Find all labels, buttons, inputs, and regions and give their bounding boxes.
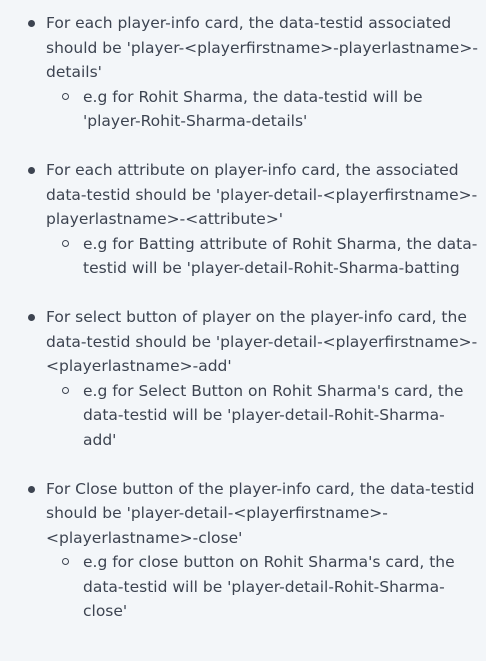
example-list: e.g for close button on Rohit Sharma's c… <box>46 550 478 624</box>
rule-text: For select button of player on the playe… <box>46 307 478 376</box>
example-item: e.g for close button on Rohit Sharma's c… <box>46 550 478 624</box>
list-item-attribute-testid: For each attribute on player-info card, … <box>0 158 486 281</box>
example-text: e.g for close button on Rohit Sharma's c… <box>83 553 455 621</box>
example-list: e.g for Select Button on Rohit Sharma's … <box>46 379 478 453</box>
rule-text: For each player-info card, the data-test… <box>46 14 478 82</box>
list-item-close-button-testid: For Close button of the player-info card… <box>0 477 486 625</box>
example-item: e.g for Rohit Sharma, the data-testid wi… <box>46 85 478 134</box>
example-list: e.g for Batting attribute of Rohit Sharm… <box>46 232 478 281</box>
rule-text: For each attribute on player-info card, … <box>46 160 478 229</box>
example-text: e.g for Select Button on Rohit Sharma's … <box>83 381 464 449</box>
example-text: e.g for Batting attribute of Rohit Sharm… <box>83 234 478 278</box>
example-item: e.g for Batting attribute of Rohit Sharm… <box>46 232 478 281</box>
rule-text: For Close button of the player-info card… <box>46 479 475 547</box>
testid-rules-list: For each player-info card, the data-test… <box>0 11 486 624</box>
example-list: e.g for Rohit Sharma, the data-testid wi… <box>46 85 478 134</box>
instructions-document: For each player-info card, the data-test… <box>0 0 486 661</box>
list-item-select-button-testid: For select button of player on the playe… <box>0 305 486 453</box>
list-item-player-details-testid: For each player-info card, the data-test… <box>0 11 486 134</box>
example-text: e.g for Rohit Sharma, the data-testid wi… <box>83 87 423 131</box>
example-item: e.g for Select Button on Rohit Sharma's … <box>46 379 478 453</box>
